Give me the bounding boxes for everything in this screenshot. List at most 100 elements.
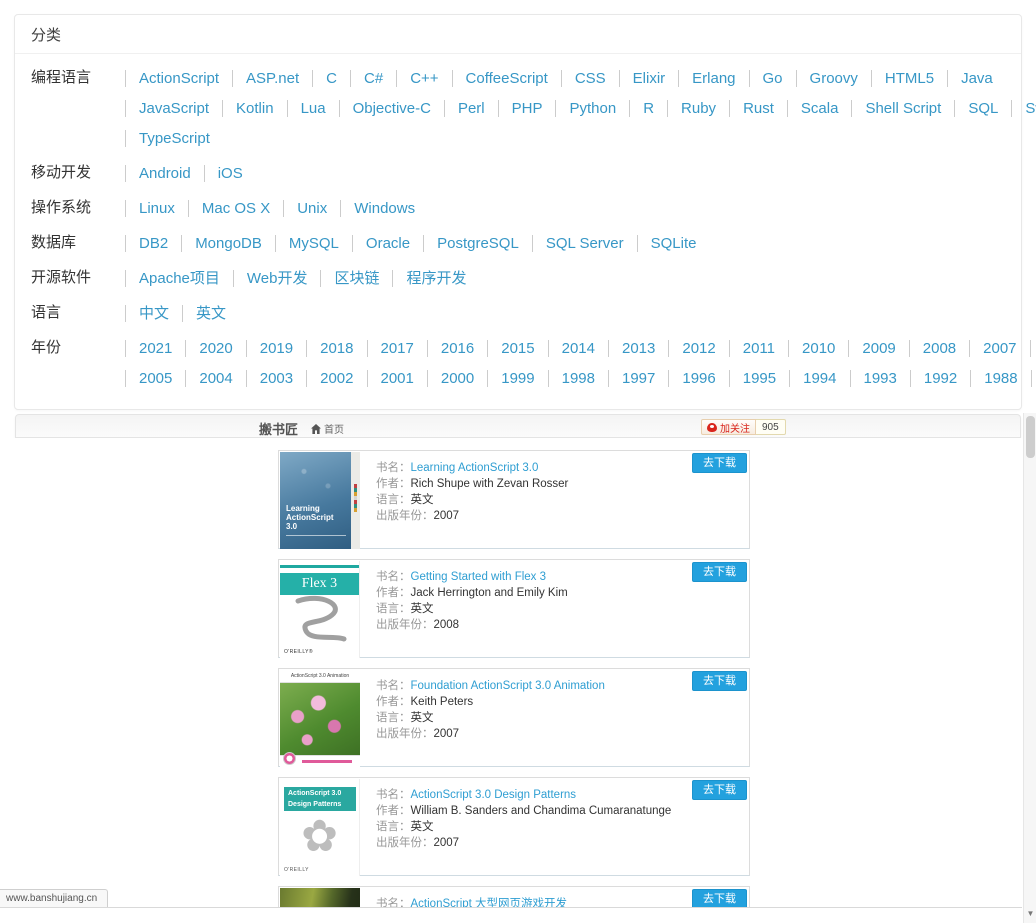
filter-item-link[interactable]: 2001	[367, 370, 427, 387]
filter-item-link[interactable]: CoffeeScript	[452, 70, 561, 87]
filter-item-link[interactable]: Kotlin	[222, 100, 287, 117]
download-button[interactable]: 去下载	[692, 562, 747, 582]
filter-item-link[interactable]: 1998	[548, 370, 608, 387]
filter-item-link[interactable]: Apache项目	[125, 270, 233, 287]
filter-item-link[interactable]: C++	[396, 70, 451, 87]
filter-item-link[interactable]: MySQL	[275, 235, 352, 252]
filter-item-link[interactable]: C	[312, 70, 350, 87]
book-title-link[interactable]: Learning ActionScript 3.0	[411, 462, 539, 474]
filter-item-link[interactable]: 英文	[182, 305, 239, 322]
filter-item-link[interactable]: 程序开发	[392, 270, 479, 287]
weibo-follow-button[interactable]: 加关注	[701, 419, 756, 435]
filter-item-link[interactable]: Erlang	[678, 70, 748, 87]
filter-item-link[interactable]: 2009	[848, 340, 908, 357]
filter-item-link[interactable]: Mac OS X	[188, 200, 283, 217]
filter-item-link[interactable]: SQL Server	[532, 235, 637, 252]
filter-item-link[interactable]: Objective-C	[339, 100, 444, 117]
filter-item-link[interactable]: 1997	[608, 370, 668, 387]
filter-item-link[interactable]: 中文	[125, 305, 182, 322]
filter-item-link[interactable]: 2000	[427, 370, 487, 387]
filter-item-link[interactable]: Groovy	[796, 70, 871, 87]
filter-item-link[interactable]: Shell Script	[851, 100, 954, 117]
filter-item-link[interactable]: 2010	[788, 340, 848, 357]
filter-item-link[interactable]: 2016	[427, 340, 487, 357]
filter-item-link[interactable]: Oracle	[352, 235, 423, 252]
filter-item-link[interactable]: 2007	[969, 340, 1029, 357]
book-cover[interactable]: ActionScript 3.0 Design Patterns ✿ O'REI…	[280, 779, 360, 876]
filter-item-link[interactable]: SQLite	[637, 235, 710, 252]
filter-item-link[interactable]: 2020	[185, 340, 245, 357]
filter-item-link[interactable]: 2015	[487, 340, 547, 357]
book-title-link[interactable]: ActionScript 3.0 Design Patterns	[411, 789, 577, 801]
filter-item-link[interactable]: Android	[125, 165, 204, 182]
filter-item-link[interactable]: TypeScript	[125, 130, 223, 147]
filter-item-link[interactable]: 1987	[1031, 370, 1036, 387]
filter-item-link[interactable]: Go	[749, 70, 796, 87]
book-title-link[interactable]: Foundation ActionScript 3.0 Animation	[411, 680, 605, 692]
book-cover[interactable]	[280, 888, 360, 908]
filter-item-link[interactable]: 1996	[668, 370, 728, 387]
filter-item-link[interactable]: 2011	[729, 340, 788, 357]
filter-item-link[interactable]: R	[629, 100, 667, 117]
filter-item-link[interactable]: 2017	[367, 340, 427, 357]
filter-item-link[interactable]: Unix	[283, 200, 340, 217]
download-button[interactable]: 去下载	[692, 780, 747, 800]
filter-item-link[interactable]: 2012	[668, 340, 728, 357]
filter-item-link[interactable]: Linux	[125, 200, 188, 217]
scrollbar-thumb[interactable]	[1026, 416, 1035, 458]
filter-item-link[interactable]: Web开发	[233, 270, 321, 287]
weibo-follower-count[interactable]: 905	[756, 419, 786, 435]
filter-item-link[interactable]: 2008	[909, 340, 969, 357]
filter-item-link[interactable]: Ruby	[667, 100, 729, 117]
scrollbar-down-arrow-icon[interactable]: ▼	[1024, 908, 1036, 920]
filter-item-link[interactable]: DB2	[125, 235, 181, 252]
download-button[interactable]: 去下载	[692, 889, 747, 908]
book-cover[interactable]: Flex 3 O'REILLY®	[280, 561, 360, 658]
filter-item-link[interactable]: 2018	[306, 340, 366, 357]
filter-item-link[interactable]: 2013	[608, 340, 668, 357]
book-title-link[interactable]: Getting Started with Flex 3	[411, 571, 547, 583]
download-button[interactable]: 去下载	[692, 453, 747, 473]
book-title-link[interactable]: ActionScript 大型网页游戏开发	[411, 898, 568, 908]
filter-item-link[interactable]: 2014	[548, 340, 608, 357]
filter-item-link[interactable]: HTML5	[871, 70, 947, 87]
filter-item-link[interactable]: 1988	[970, 370, 1030, 387]
filter-item-link[interactable]: 1994	[789, 370, 849, 387]
filter-item-link[interactable]: PHP	[498, 100, 556, 117]
filter-item-link[interactable]: 2021	[125, 340, 185, 357]
filter-item-link[interactable]: 2004	[185, 370, 245, 387]
vertical-scrollbar[interactable]: ▼	[1023, 413, 1036, 923]
filter-item-link[interactable]: 区块链	[320, 270, 392, 287]
filter-item-link[interactable]: SQL	[954, 100, 1011, 117]
filter-item-link[interactable]: Rust	[729, 100, 787, 117]
filter-item-link[interactable]: ActionScript	[125, 70, 232, 87]
filter-item-link[interactable]: C#	[350, 70, 396, 87]
filter-item-link[interactable]: Python	[555, 100, 629, 117]
filter-item-link[interactable]: Scala	[787, 100, 852, 117]
filter-item-link[interactable]: 1995	[729, 370, 789, 387]
book-cover[interactable]: Learning ActionScript 3.0	[280, 452, 360, 549]
filter-item-link[interactable]: MongoDB	[181, 235, 275, 252]
filter-item-link[interactable]: Lua	[287, 100, 339, 117]
site-brand[interactable]: 搬书匠	[259, 419, 298, 438]
filter-item-link[interactable]: PostgreSQL	[423, 235, 532, 252]
filter-item-link[interactable]: Swift	[1011, 100, 1036, 117]
filter-item-link[interactable]: CSS	[561, 70, 619, 87]
filter-item-link[interactable]: 1993	[850, 370, 910, 387]
filter-item-link[interactable]: 1999	[487, 370, 547, 387]
filter-item-link[interactable]: 2002	[306, 370, 366, 387]
filter-item-link[interactable]: 2005	[125, 370, 185, 387]
filter-item-link[interactable]: 1992	[910, 370, 970, 387]
filter-item-link[interactable]: iOS	[204, 165, 256, 182]
book-cover[interactable]: ActionScript 3.0 Animation	[280, 670, 360, 767]
filter-item-link[interactable]: JavaScript	[125, 100, 222, 117]
filter-item-link[interactable]: Windows	[340, 200, 428, 217]
nav-home-link[interactable]: 首页	[311, 421, 344, 436]
filter-item-link[interactable]: 2006	[1030, 340, 1036, 357]
filter-item-link[interactable]: ASP.net	[232, 70, 312, 87]
filter-item-link[interactable]: Perl	[444, 100, 498, 117]
filter-item-link[interactable]: Java	[947, 70, 1006, 87]
download-button[interactable]: 去下载	[692, 671, 747, 691]
filter-item-link[interactable]: 2019	[246, 340, 306, 357]
filter-item-link[interactable]: 2003	[246, 370, 306, 387]
